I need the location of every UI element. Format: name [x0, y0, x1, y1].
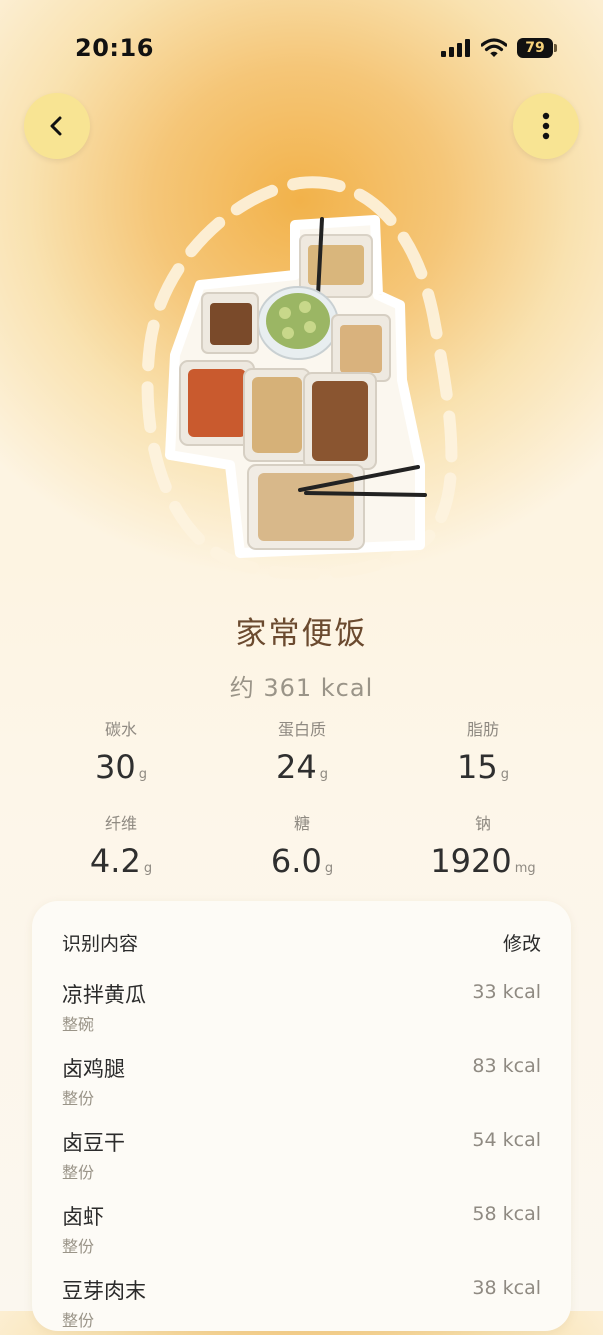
- nutrient-sodium: 钠 1920 mg: [383, 810, 583, 880]
- nutrient-label: 蛋白质: [277, 720, 326, 739]
- food-item[interactable]: 凉拌黄瓜 整碗 33 kcal: [62, 979, 541, 1039]
- food-item[interactable]: 卤虾 整份 58 kcal: [62, 1201, 541, 1261]
- status-icons: 79: [441, 38, 557, 58]
- food-item-portion: 整份: [62, 1089, 95, 1108]
- nutrient-fiber: 纤维 4.2 g: [21, 810, 221, 880]
- nutrient-carbs: 碳水 30 g: [21, 716, 221, 786]
- recognized-items-card: 识别内容 修改 凉拌黄瓜 整碗 33 kcal 卤鸡腿 整份 83 kcal 卤…: [32, 901, 571, 1331]
- food-item-kcal: 33 kcal: [472, 981, 541, 1003]
- food-illustration: [141, 176, 458, 580]
- nutrient-protein: 蛋白质 24 g: [202, 716, 402, 786]
- nutrient-sugar: 糖 6.0 g: [202, 810, 402, 880]
- back-button[interactable]: [24, 93, 90, 159]
- status-time: 20:16: [75, 34, 154, 62]
- nutrient-value: 24 g: [276, 748, 328, 786]
- nutrient-label: 糖: [293, 814, 310, 833]
- food-item-name: 豆芽肉末: [62, 1279, 146, 1303]
- nutrient-value: 15 g: [457, 748, 509, 786]
- card-title: 识别内容: [62, 933, 139, 955]
- nutrient-label: 碳水: [104, 720, 137, 739]
- nutrient-value: 4.2 g: [89, 842, 153, 880]
- food-item[interactable]: 豆芽肉末 整份 38 kcal: [62, 1275, 541, 1335]
- food-photo: [120, 175, 480, 595]
- battery-level: 79: [525, 40, 545, 56]
- status-bar: 20:16 79: [0, 0, 603, 96]
- food-item-kcal: 83 kcal: [472, 1055, 541, 1077]
- battery-icon: 79: [517, 38, 557, 58]
- nutrient-label: 脂肪: [466, 720, 499, 739]
- nutrient-value: 1920 mg: [430, 842, 536, 880]
- wifi-icon: [481, 38, 507, 57]
- more-button[interactable]: [513, 93, 579, 159]
- food-item-kcal: 58 kcal: [472, 1203, 541, 1225]
- back-icon: [50, 116, 62, 136]
- food-item[interactable]: 卤鸡腿 整份 83 kcal: [62, 1053, 541, 1113]
- food-item-name: 卤豆干: [62, 1131, 125, 1155]
- food-item[interactable]: 卤豆干 整份 54 kcal: [62, 1127, 541, 1187]
- food-item-portion: 整份: [62, 1163, 95, 1182]
- meal-calories: 约 361 kcal: [229, 674, 374, 702]
- food-item-portion: 整碗: [62, 1015, 95, 1034]
- food-item-name: 卤虾: [62, 1205, 104, 1229]
- edit-button[interactable]: 修改: [503, 929, 541, 956]
- food-item-name: 凉拌黄瓜: [62, 983, 146, 1007]
- food-item-name: 卤鸡腿: [62, 1057, 125, 1081]
- food-item-portion: 整份: [62, 1237, 95, 1256]
- card-header: 识别内容 修改: [62, 929, 541, 956]
- signal-icon: [441, 39, 470, 57]
- nutrient-fat: 脂肪 15 g: [383, 716, 583, 786]
- nutrient-value: 30 g: [95, 748, 147, 786]
- nutrient-label: 钠: [474, 814, 491, 833]
- food-item-kcal: 54 kcal: [472, 1129, 541, 1151]
- food-item-kcal: 38 kcal: [472, 1277, 541, 1299]
- meal-name: 家常便饭: [235, 616, 368, 652]
- more-icon: [542, 112, 550, 140]
- nutrient-label: 纤维: [104, 814, 137, 833]
- nutrient-value: 6.0 g: [270, 842, 334, 880]
